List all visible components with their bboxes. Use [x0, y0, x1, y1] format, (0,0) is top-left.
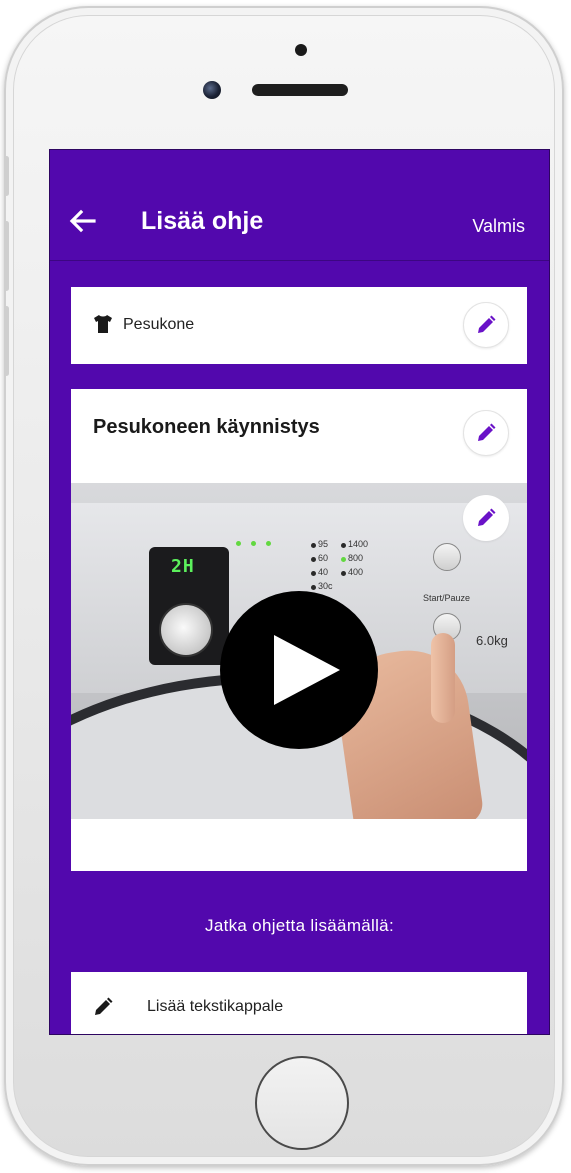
washer-power-button [433, 543, 461, 571]
app-bar: Lisää ohje Valmis [50, 150, 549, 261]
arrow-left-icon[interactable] [68, 208, 96, 234]
pencil-icon [478, 423, 496, 441]
indicator-led [341, 543, 346, 548]
spin-speed-label: 800 [348, 553, 364, 563]
continue-instructions-label: Jatka ohjetta lisäämällä: [205, 916, 394, 935]
indicator-led [311, 585, 316, 590]
add-text-paragraph-label: Lisää tekstikappale [147, 998, 284, 1015]
indicator-led [341, 557, 346, 562]
indicator-led [266, 541, 271, 546]
indicator-led [251, 541, 256, 546]
front-camera [203, 81, 221, 99]
category-label: Pesukone [123, 316, 195, 333]
done-button[interactable]: Valmis [472, 216, 525, 237]
edit-step-title-button[interactable] [463, 410, 509, 456]
washer-program-knob [159, 603, 213, 657]
video-thumbnail[interactable]: 2H 95 60 40 30c 1400 800 400 Start/Pauze… [71, 483, 527, 819]
finger-image [431, 633, 455, 723]
edit-category-button[interactable] [463, 302, 509, 348]
page-title: Lisää ohje [141, 207, 264, 235]
app-screen: Lisää ohje Valmis Pesukone Pesukoneen kä… [49, 149, 550, 1035]
volume-up-button [4, 221, 9, 291]
step-card: Pesukoneen käynnistys 2H 95 60 40 30c 14… [71, 389, 527, 871]
pencil-icon [478, 508, 496, 526]
capacity-label: 6.0kg [476, 633, 508, 648]
add-text-paragraph-button[interactable]: Lisää tekstikappale [71, 972, 527, 1034]
start-pause-label: Start/Pauze [423, 593, 471, 603]
temperature-label: 30c [318, 581, 333, 591]
spin-speed-label: 400 [348, 567, 364, 577]
indicator-led [311, 571, 316, 576]
temperature-label: 95 [318, 539, 329, 549]
home-button[interactable] [255, 1056, 349, 1150]
indicator-led [341, 571, 346, 576]
step-title: Pesukoneen käynnistys [93, 416, 320, 438]
edit-video-button[interactable] [463, 495, 509, 541]
volume-down-button [4, 306, 9, 376]
indicator-led [311, 543, 316, 548]
play-video-button[interactable] [220, 591, 378, 749]
pencil-icon [478, 315, 496, 333]
indicator-led [311, 557, 316, 562]
earpiece-speaker [252, 84, 348, 96]
play-icon [274, 635, 340, 705]
temperature-label: 40 [318, 567, 329, 577]
category-card: Pesukone [71, 287, 527, 364]
temperature-label: 60 [318, 553, 329, 563]
proximity-sensor [295, 44, 307, 56]
mute-switch [4, 156, 9, 196]
pencil-icon [95, 997, 113, 1015]
indicator-led [236, 541, 241, 546]
washer-display-text: 2H [171, 556, 195, 577]
spin-speed-label: 1400 [348, 539, 369, 549]
shirt-icon [94, 315, 112, 333]
